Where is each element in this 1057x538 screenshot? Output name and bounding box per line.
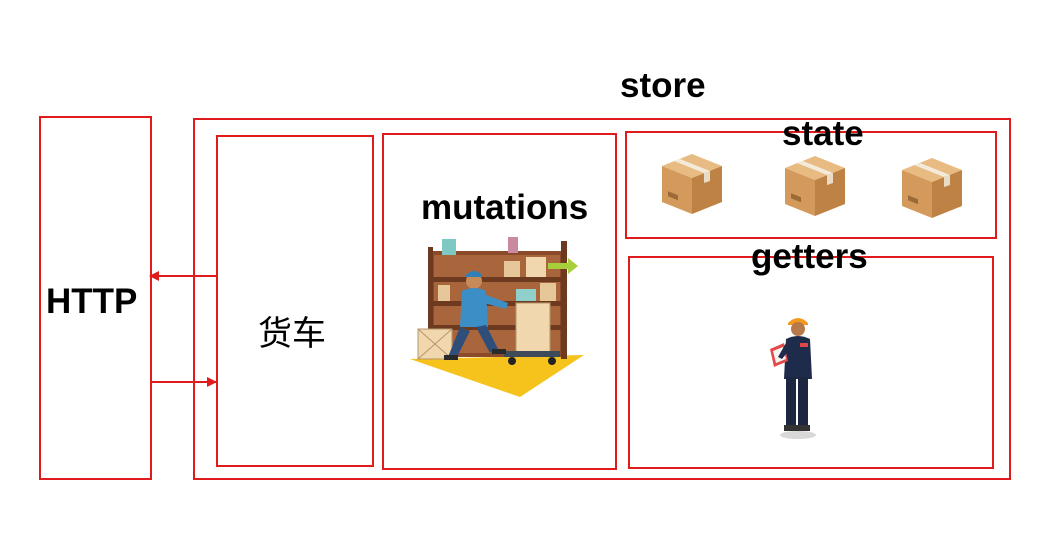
box-icon [902, 158, 962, 218]
inspector-worker-illustration [770, 318, 816, 439]
box-icon [662, 154, 722, 214]
warehouse-worker-illustration [410, 237, 584, 397]
box-icon [785, 156, 845, 216]
